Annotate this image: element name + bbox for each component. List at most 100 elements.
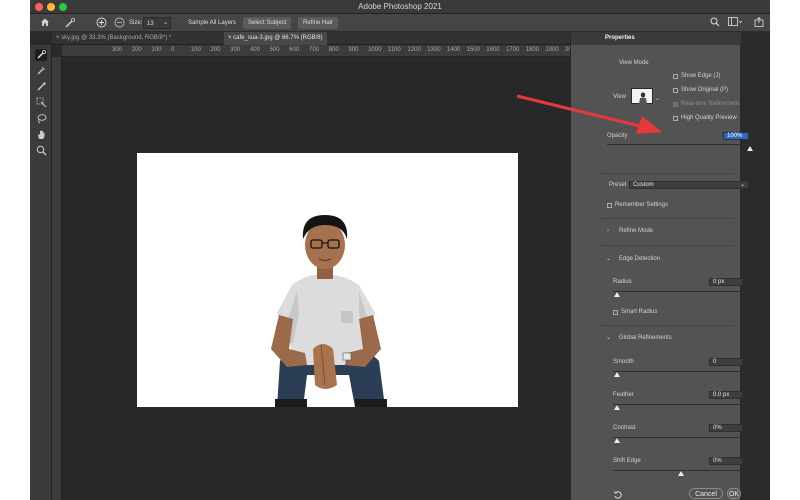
radius-slider-track[interactable]	[613, 291, 743, 292]
feather-slider-track[interactable]	[613, 404, 743, 405]
tools-panel	[30, 45, 52, 500]
view-thumbnail[interactable]	[631, 88, 653, 104]
home-icon[interactable]	[40, 17, 54, 29]
search-icon[interactable]	[710, 17, 722, 29]
tab-label: sky.jpg @ 33.3% (Background, RGB/8*) *	[61, 35, 172, 41]
edge-detection-label[interactable]: Edge Detection	[619, 256, 660, 262]
chevron-down-icon[interactable]: ⌄	[655, 95, 660, 102]
ruler-tick-label: 500	[269, 47, 280, 53]
show-edge-label: Show Edge (J)	[681, 73, 721, 79]
select-subject-button[interactable]: Select Subject	[243, 17, 292, 29]
document-tabs: × sky.jpg @ 33.3% (Background, RGB/8*) *…	[52, 32, 600, 45]
object-selection-tool-icon[interactable]	[35, 97, 47, 109]
sample-all-layers-checkbox[interactable]: Sample All Layers	[188, 17, 236, 29]
ruler-tick-label: 400	[249, 47, 260, 53]
smart-radius-checkbox[interactable]	[613, 310, 618, 315]
lasso-tool-icon[interactable]	[35, 113, 47, 125]
ruler-tick-label: 1500	[466, 47, 480, 53]
ruler-tick-label: 200	[131, 47, 142, 53]
ruler-tick-label: 700	[309, 47, 320, 53]
quick-selection-tool-icon[interactable]	[35, 49, 47, 61]
tab-properties[interactable]: Properties	[605, 35, 635, 41]
show-original-checkbox[interactable]	[673, 88, 678, 93]
radius-slider-thumb[interactable]	[614, 292, 620, 297]
tab-label: cafe_sua-3.jpg @ 66.7% (RGB/8)	[233, 35, 323, 41]
feather-slider-thumb[interactable]	[614, 405, 620, 410]
opacity-input[interactable]: 100%	[723, 132, 749, 140]
realtime-refinement-checkbox[interactable]	[673, 102, 678, 107]
show-edge-checkbox[interactable]	[673, 74, 678, 79]
add-to-selection-icon[interactable]	[96, 17, 108, 29]
divider	[601, 173, 733, 174]
opacity-label: Opacity	[607, 133, 628, 139]
ruler-tick-label: 600	[289, 47, 300, 53]
reset-icon[interactable]	[613, 490, 623, 500]
ruler-tick-label: 900	[348, 47, 359, 53]
refine-edge-brush-icon[interactable]	[35, 65, 47, 77]
contrast-label: Contrast	[613, 425, 636, 431]
realtime-refinement-label: Real-time Refinement	[681, 101, 740, 107]
ruler-tick-label: 1100	[387, 47, 401, 53]
share-icon[interactable]	[754, 16, 766, 29]
preset-select[interactable]: Custom ⌄	[629, 181, 749, 189]
document-canvas[interactable]	[137, 153, 518, 407]
ruler-tick-label: 1600	[486, 47, 500, 53]
shift-edge-slider-thumb[interactable]	[678, 471, 684, 476]
ruler-tick-label: 100	[190, 47, 201, 53]
ruler-tick-label: 1000	[368, 47, 382, 53]
radius-label: Radius	[613, 279, 632, 285]
chevron-right-icon[interactable]: ›	[607, 228, 609, 234]
radius-input[interactable]: 0 px	[709, 278, 743, 286]
contrast-slider-thumb[interactable]	[614, 438, 620, 443]
subtract-from-selection-icon[interactable]	[114, 17, 126, 29]
opacity-slider-track[interactable]	[607, 144, 751, 145]
chevron-down-icon[interactable]: ⌄	[163, 17, 168, 29]
refine-mode-label[interactable]: Refine Mode	[619, 228, 653, 234]
divider	[601, 245, 733, 246]
tab-cafe-sua[interactable]: × cafe_sua-3.jpg @ 66.7% (RGB/8)	[224, 32, 327, 45]
properties-panel: Properties View Mode View ⌄ Show Edge (J…	[570, 32, 753, 500]
feather-input[interactable]: 0.0 px	[709, 391, 743, 399]
properties-tab-bar: Properties	[571, 32, 741, 45]
ruler-tick-label: 800	[328, 47, 339, 53]
contrast-slider-track[interactable]	[613, 437, 743, 438]
tab-sky[interactable]: × sky.jpg @ 33.3% (Background, RGB/8*) *	[52, 32, 175, 45]
ruler-tick-label: 1800	[525, 47, 540, 53]
cancel-button[interactable]: Cancel	[689, 488, 723, 499]
hand-tool-icon[interactable]	[35, 129, 47, 141]
ruler-tick-label: 300	[112, 47, 123, 53]
workspace-icon[interactable]	[728, 17, 744, 29]
opacity-slider-thumb[interactable]	[747, 146, 753, 151]
high-quality-preview-checkbox[interactable]	[673, 116, 678, 121]
ruler-tick-label: 200	[210, 47, 221, 53]
smooth-input[interactable]: 0	[709, 358, 743, 366]
quick-selection-tool-icon[interactable]	[64, 17, 80, 29]
person-cutout-image	[271, 215, 387, 407]
title-bar: Adobe Photoshop 2021	[30, 0, 770, 14]
remember-settings-label: Remember Settings	[615, 202, 669, 208]
smooth-slider-thumb[interactable]	[614, 372, 620, 377]
chevron-down-icon[interactable]: ⌄	[606, 255, 611, 262]
remember-settings-checkbox[interactable]	[607, 203, 612, 208]
divider	[601, 218, 733, 219]
contrast-input[interactable]: 0%	[709, 424, 743, 432]
global-refinements-label[interactable]: Global Refinements	[619, 335, 672, 341]
ruler-tick-label: 1400	[446, 47, 461, 53]
size-value: 13	[147, 21, 154, 27]
size-label: Size:	[129, 20, 143, 26]
view-label: View	[613, 94, 626, 100]
view-mode-label: View Mode	[619, 60, 649, 66]
divider	[601, 325, 733, 326]
ruler-tick-label: 0	[171, 47, 175, 53]
options-bar: Size: 13 ⌄ Sample All Layers Select Subj…	[30, 14, 770, 32]
zoom-tool-icon[interactable]	[35, 145, 47, 157]
ruler-tick-label: 1200	[407, 47, 421, 53]
chevron-down-icon[interactable]: ⌄	[606, 334, 611, 341]
ok-button[interactable]: OK	[727, 488, 741, 499]
smooth-slider-track[interactable]	[613, 371, 743, 372]
vertical-ruler	[52, 57, 62, 500]
shift-edge-input[interactable]: 0%	[709, 457, 743, 465]
refine-hair-button[interactable]: Refine Hair	[298, 17, 339, 29]
brush-tool-icon[interactable]	[35, 81, 47, 93]
ruler-tick-label: 1900	[545, 47, 559, 53]
